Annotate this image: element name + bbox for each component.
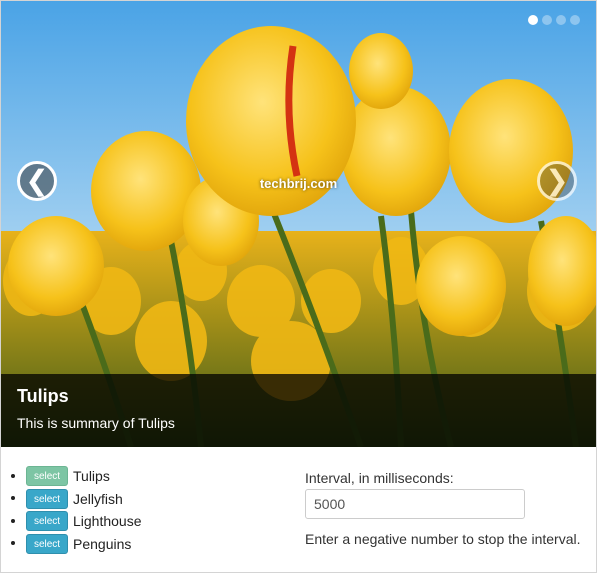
slide-label: Penguins <box>73 535 132 552</box>
select-lighthouse-button[interactable]: select <box>26 511 68 531</box>
list-item: select Jellyfish <box>26 488 142 512</box>
interval-settings: Interval, in milliseconds: Enter a negat… <box>305 470 595 547</box>
image-carousel: ❮ ❯ techbrij.com Tulips This is summary … <box>1 1 596 447</box>
indicator-dot-3[interactable] <box>556 15 566 25</box>
slide-select-list: select Tulips select Jellyfish select Li… <box>10 466 142 556</box>
select-tulips-button[interactable]: select <box>26 466 68 486</box>
list-item: select Lighthouse <box>26 511 142 534</box>
caption-title: Tulips <box>17 386 69 406</box>
indicator-dot-1[interactable] <box>528 15 538 25</box>
interval-help-text: Enter a negative number to stop the inte… <box>305 531 581 547</box>
indicator-dot-4[interactable] <box>570 15 580 25</box>
slide-label: Lighthouse <box>73 513 142 529</box>
list-item: select Penguins <box>26 533 142 557</box>
watermark-text: techbrij.com <box>259 176 338 191</box>
slide-caption: Tulips This is summary of Tulips <box>1 374 596 447</box>
caption-summary: This is summary of Tulips <box>17 415 175 431</box>
carousel-controls: select Tulips select Jellyfish select Li… <box>0 448 597 573</box>
indicator-dot-2[interactable] <box>542 15 552 25</box>
select-jellyfish-button[interactable]: select <box>26 488 68 509</box>
slide-label: Tulips <box>73 468 110 484</box>
list-item: select Tulips <box>26 466 142 489</box>
select-penguins-button[interactable]: select <box>26 533 68 554</box>
interval-label: Interval, in milliseconds: <box>305 470 454 486</box>
interval-input[interactable] <box>305 489 525 519</box>
carousel-indicators <box>528 15 580 25</box>
slide-label: Jellyfish <box>73 490 123 507</box>
